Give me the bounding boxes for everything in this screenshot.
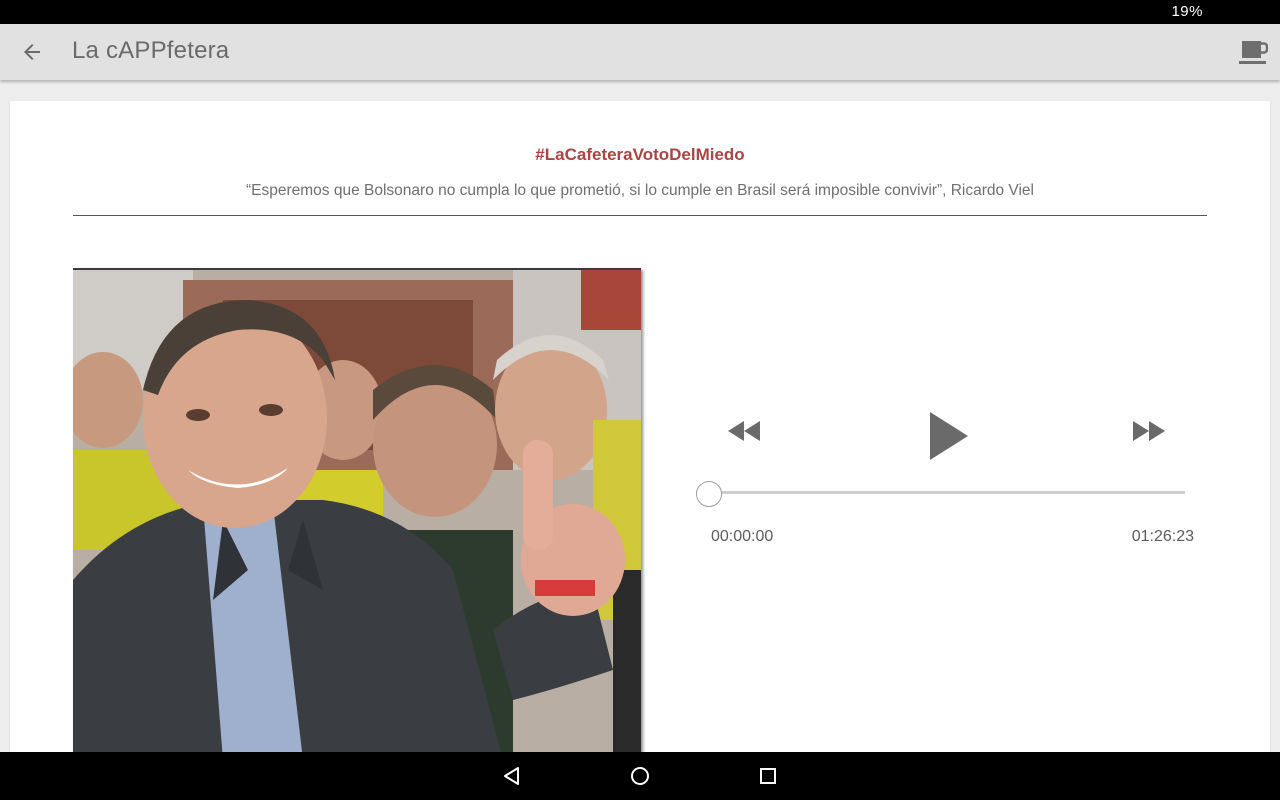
coffee-cup-icon <box>1239 41 1268 64</box>
seek-thumb[interactable] <box>696 481 722 507</box>
rewind-icon <box>728 421 760 441</box>
battery-level: 19% <box>1171 3 1203 20</box>
current-time: 00:00:00 <box>711 528 774 545</box>
episode-card: #LaCafeteraVotoDelMiedo “Esperemos que B… <box>10 101 1270 752</box>
divider <box>73 215 1207 216</box>
nav-back-button[interactable] <box>497 761 527 791</box>
episode-photo <box>73 268 641 752</box>
coffee-button[interactable] <box>1236 35 1270 69</box>
navigation-bar <box>0 752 1280 800</box>
rewind-button[interactable] <box>721 411 767 451</box>
back-button[interactable] <box>12 32 52 72</box>
play-icon <box>930 412 968 460</box>
fast-forward-button[interactable] <box>1126 411 1172 451</box>
seek-track <box>710 491 1185 494</box>
nav-home-button[interactable] <box>625 761 655 791</box>
episode-hashtag: #LaCafeteraVotoDelMiedo <box>535 145 745 164</box>
seek-bar[interactable] <box>696 481 1186 507</box>
nav-recents-button[interactable] <box>753 761 783 791</box>
episode-quote: “Esperemos que Bolsonaro no cumpla lo qu… <box>246 182 1034 199</box>
status-bar: 19% <box>0 0 1280 24</box>
app-title: La cAPPfetera <box>72 37 230 64</box>
arrow-back-icon <box>24 44 40 60</box>
app-bar: La cAPPfetera <box>0 24 1280 80</box>
nav-home-icon <box>631 767 649 785</box>
play-button[interactable] <box>918 406 978 466</box>
nav-recents-icon <box>760 768 776 784</box>
total-time: 01:26:23 <box>1131 528 1194 545</box>
fast-forward-icon <box>1133 421 1165 441</box>
nav-back-icon <box>504 767 519 785</box>
audio-player: 00:00:00 01:26:23 <box>696 401 1194 551</box>
